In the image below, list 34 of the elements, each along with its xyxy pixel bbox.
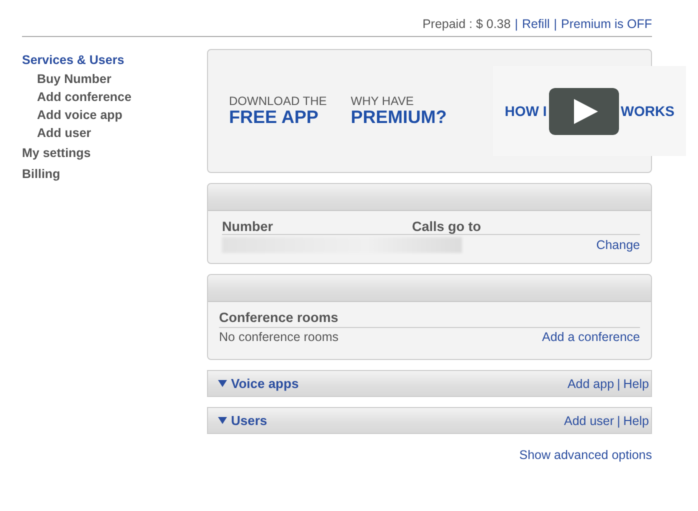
section-title: Conference rooms (219, 310, 640, 328)
sidebar-subitem[interactable]: Add conference (22, 88, 207, 106)
sidebar-subitem[interactable]: Add user (22, 124, 207, 142)
promo-link[interactable]: PREMIUM? (350, 107, 447, 127)
advanced-options-link[interactable]: Show advanced options (519, 448, 652, 462)
section-link[interactable]: Help (623, 376, 649, 390)
promo-caption: DOWNLOAD THE (229, 95, 327, 107)
promo-caption: WHY HAVE (350, 95, 415, 107)
section-link[interactable]: Add user (564, 414, 614, 428)
sidebar-item[interactable]: Services & Users (22, 51, 207, 70)
video-caption: HOW I (504, 103, 547, 119)
section-toggle[interactable]: Users (218, 413, 268, 428)
play-icon[interactable] (548, 88, 619, 134)
promo-link[interactable]: FREE APP (229, 107, 327, 127)
separator: | (617, 414, 620, 428)
empty-message: No conference rooms (219, 330, 339, 344)
separator: | (554, 17, 558, 31)
video-caption: WORKS (620, 103, 674, 119)
header-link[interactable]: Refill (522, 17, 550, 31)
sidebar-subitem[interactable]: Buy Number (22, 70, 207, 88)
column-header: Number (222, 219, 274, 234)
separator: | (514, 17, 518, 31)
section-link[interactable]: Add app (567, 376, 614, 390)
section-link[interactable]: Help (623, 414, 649, 428)
change-link[interactable]: Change (596, 238, 640, 252)
sidebar-item[interactable]: My settings (22, 144, 207, 163)
sidebar-subitem[interactable]: Add voice app (22, 106, 207, 124)
header-link[interactable]: Premium is OFF (561, 17, 652, 31)
section-toggle[interactable]: Voice apps (218, 376, 299, 391)
column-header: Calls go to (412, 219, 482, 234)
prepaid-balance: Prepaid : $ 0.38 (422, 17, 511, 31)
add-conference-link[interactable]: Add a conference (542, 330, 640, 344)
sidebar-item[interactable]: Billing (22, 165, 207, 184)
separator: | (617, 376, 620, 390)
